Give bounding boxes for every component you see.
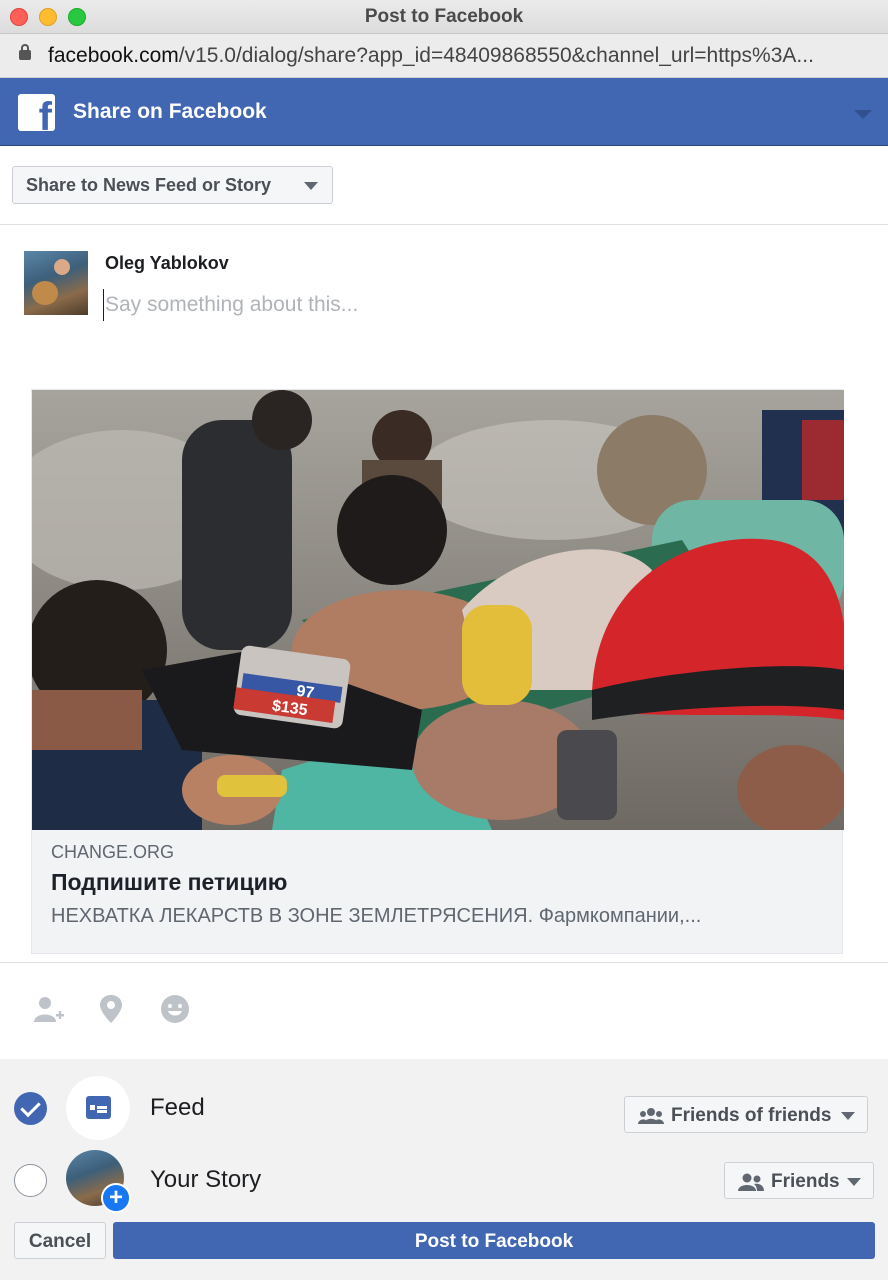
location-pin-icon[interactable] — [94, 992, 128, 1026]
dialog-title: Share on Facebook — [73, 100, 267, 123]
feed-icon-circle — [66, 1076, 130, 1140]
link-preview-image: 97 $135 — [32, 390, 844, 830]
window-title: Post to Facebook — [364, 6, 524, 27]
feed-privacy-label: Friends of friends — [671, 1105, 832, 1126]
badge-text-1: 97 — [295, 683, 315, 702]
news-feed-icon — [86, 1096, 111, 1119]
link-preview-meta: CHANGE.ORG Подпишите петицию НЕХВАТКА ЛЕ… — [51, 842, 823, 928]
url-domain: facebook.com — [48, 44, 179, 67]
window-titlebar: Post to Facebook — [0, 0, 888, 34]
chevron-down-icon — [304, 182, 318, 190]
post-to-facebook-button[interactable]: Post to Facebook — [113, 1222, 875, 1259]
chevron-down-icon — [841, 1112, 855, 1120]
dialog-header: f Share on Facebook — [0, 78, 888, 146]
cancel-button[interactable]: Cancel — [14, 1222, 106, 1259]
story-label: Your Story — [150, 1166, 262, 1193]
feed-label: Feed — [150, 1094, 205, 1121]
story-radio[interactable] — [14, 1164, 47, 1197]
composer-input[interactable] — [103, 289, 843, 321]
link-preview-domain: CHANGE.ORG — [51, 842, 175, 862]
chevron-down-icon — [847, 1178, 861, 1186]
user-avatar — [24, 251, 88, 315]
feeling-smiley-icon[interactable] — [158, 992, 192, 1026]
tag-people-icon[interactable] — [31, 992, 65, 1026]
header-chevron-down-icon[interactable] — [854, 110, 872, 119]
link-preview-card[interactable]: 97 $135 CHANGE.ORG Подпишите петицию НЕХ… — [31, 389, 844, 954]
share-destination-dropdown[interactable]: Share to News Feed or Story — [12, 166, 333, 204]
url-text[interactable]: facebook.com/v15.0/dialog/share?app_id=4… — [48, 44, 868, 68]
lock-icon — [19, 44, 31, 60]
feed-checkbox[interactable] — [14, 1092, 47, 1125]
divider — [0, 962, 888, 963]
avatar-guitar — [32, 281, 58, 305]
story-privacy-label: Friends — [771, 1171, 840, 1192]
add-story-plus-icon: + — [101, 1183, 131, 1213]
avatar-head — [54, 259, 70, 275]
rescue-photo: 97 $135 — [32, 390, 844, 830]
share-destination-label: Share to News Feed or Story — [26, 175, 272, 195]
friends-icon — [738, 1173, 764, 1191]
url-path: /v15.0/dialog/share?app_id=48409868550&c… — [178, 44, 814, 67]
friends-of-friends-icon — [638, 1108, 664, 1124]
link-preview-title: Подпишите петицию — [51, 869, 288, 895]
link-preview-description: НЕХВАТКА ЛЕКАРСТВ В ЗОНЕ ЗЕМЛЕТРЯСЕНИЯ. … — [51, 905, 702, 927]
feed-privacy-dropdown[interactable]: Friends of friends — [624, 1096, 868, 1133]
facebook-logo-icon: f — [18, 94, 55, 131]
facebook-logo-letter: f — [38, 95, 52, 131]
story-privacy-dropdown[interactable]: Friends — [724, 1162, 874, 1199]
user-name: Oleg Yablokov — [105, 253, 229, 273]
url-bar[interactable]: facebook.com/v15.0/dialog/share?app_id=4… — [0, 34, 888, 78]
divider — [0, 224, 888, 225]
